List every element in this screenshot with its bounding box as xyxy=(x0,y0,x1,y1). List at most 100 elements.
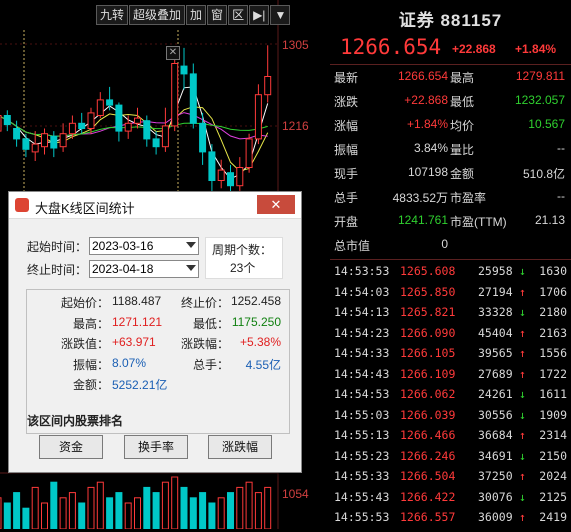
quote-row: 总市值 0 xyxy=(330,234,571,256)
volume-bar xyxy=(78,502,86,530)
tick-price: 1265.821 xyxy=(400,305,456,319)
window-button[interactable]: 窗 xyxy=(207,5,228,25)
tick-row[interactable]: 14:54:43 1266.109 27689 ↑ 1722 xyxy=(330,364,571,384)
volume-bar xyxy=(236,486,244,530)
tick-row[interactable]: 14:55:23 1266.246 34691 ↓ 2150 xyxy=(330,446,571,466)
candle-body xyxy=(171,63,179,127)
quote-value: 1232.057 xyxy=(514,93,565,107)
tick-price: 1266.246 xyxy=(400,448,456,463)
tick-count: 1706 xyxy=(539,284,567,299)
volume-bar xyxy=(106,497,114,530)
dropdown-arrow-icon[interactable]: ▼ xyxy=(270,5,291,25)
arrow-down-icon: ↓ xyxy=(519,407,526,422)
arrow-up-icon: ↑ xyxy=(519,510,526,524)
change-rank-button[interactable]: 涨跌幅 xyxy=(208,435,272,459)
quote-label: 总手 xyxy=(334,191,359,205)
quote-label: 涨跌 xyxy=(334,95,359,109)
quote-value: +1.84% xyxy=(406,117,448,131)
chevron-down-icon xyxy=(186,265,196,271)
candle-body xyxy=(134,117,141,124)
stat-label: 金额： xyxy=(72,378,109,392)
tick-row[interactable]: 14:55:53 1266.557 36009 ↑ 2419 xyxy=(330,507,571,527)
start-time-value: 2023-03-16 xyxy=(92,239,154,253)
tick-row[interactable]: 14:55:33 1266.504 37250 ↑ 2024 xyxy=(330,466,571,486)
quote-value: 1266.654 xyxy=(397,69,448,83)
candle-body xyxy=(3,115,11,126)
tick-time: 14:55:53 xyxy=(334,510,390,524)
quote-label: 涨幅 xyxy=(334,119,359,133)
tick-price: 1266.466 xyxy=(400,428,456,442)
divider xyxy=(330,64,571,65)
candle-body xyxy=(124,122,132,132)
tick-time: 14:55:13 xyxy=(334,428,390,442)
volume-bar xyxy=(13,492,21,530)
tick-row[interactable]: 14:53:53 1265.608 25958 ↓ 1630 xyxy=(330,261,571,281)
candle-body xyxy=(96,99,104,117)
stat-value: 1188.487 xyxy=(112,294,162,308)
tick-price: 1266.039 xyxy=(400,407,456,422)
tick-count: 2150 xyxy=(539,448,567,463)
candle-body xyxy=(189,73,197,124)
volume-bar xyxy=(245,481,253,530)
candle-body xyxy=(87,112,95,130)
candle-body xyxy=(254,94,262,140)
tick-row[interactable]: 14:54:03 1265.850 27194 ↑ 1706 xyxy=(330,282,571,302)
add-button[interactable]: 加 xyxy=(186,5,207,25)
play-end-icon[interactable]: ▶| xyxy=(249,5,270,25)
arrow-down-icon: ↓ xyxy=(519,387,526,401)
quote-label: 金额 xyxy=(450,167,475,181)
period-count-value: 23个 xyxy=(230,261,256,275)
tick-row[interactable]: 14:54:53 1266.062 24261 ↓ 1611 xyxy=(330,384,571,404)
super-overlay-button[interactable]: 超级叠加 xyxy=(129,5,186,25)
start-time-select[interactable]: 2023-03-16 xyxy=(89,237,199,255)
stat-label: 振幅： xyxy=(72,357,109,372)
interval-button[interactable]: 区 xyxy=(228,5,249,25)
tick-volume: 36684 xyxy=(478,428,513,442)
volume-bar xyxy=(143,486,151,530)
quote-value: 21.13 xyxy=(534,213,565,227)
arrow-up-icon: ↑ xyxy=(519,346,526,360)
stat-value: +5.38% xyxy=(239,335,281,349)
stat-label: 总手： xyxy=(192,357,229,372)
quote-label: 最高 xyxy=(450,71,475,85)
dialog-title: 大盘K线区间统计 xyxy=(35,201,135,216)
tick-row[interactable]: 14:54:33 1266.105 39565 ↑ 1556 xyxy=(330,343,571,363)
tick-time: 14:54:23 xyxy=(334,325,390,340)
quote-row: 最新 1266.654 最高 1279.811 xyxy=(330,66,571,88)
volume-bar xyxy=(217,497,225,530)
end-time-select[interactable]: 2023-04-18 xyxy=(89,260,199,278)
close-button[interactable]: ✕ xyxy=(257,195,295,214)
turnover-rank-button[interactable]: 换手率 xyxy=(124,435,188,459)
change-percent: +1.84% xyxy=(515,42,557,56)
stat-label: 起始价： xyxy=(60,296,109,310)
tick-volume: 27689 xyxy=(478,366,513,381)
tick-row[interactable]: 14:54:23 1266.090 45404 ↑ 2163 xyxy=(330,323,571,343)
volume-bar xyxy=(134,497,141,530)
quote-value: 510.8亿 xyxy=(522,167,565,181)
tick-count: 2180 xyxy=(539,305,567,319)
chevron-down-icon xyxy=(186,242,196,248)
close-icon[interactable]: ✕ xyxy=(166,46,180,60)
tick-row[interactable]: 14:55:13 1266.466 36684 ↑ 2314 xyxy=(330,425,571,445)
tick-time: 14:54:43 xyxy=(334,366,390,381)
quote-row: 振幅 3.84% 量比 -- xyxy=(330,138,571,160)
tick-row[interactable]: 14:54:13 1265.821 33328 ↓ 2180 xyxy=(330,302,571,322)
volume-bar xyxy=(31,486,39,530)
tick-volume: 39565 xyxy=(478,346,513,360)
tick-row[interactable]: 14:55:43 1266.422 30076 ↓ 2125 xyxy=(330,487,571,507)
tick-row[interactable]: 14:55:03 1266.039 30556 ↓ 1909 xyxy=(330,405,571,425)
stat-value: 1271.121 xyxy=(112,314,163,329)
capital-rank-button[interactable]: 资金 xyxy=(39,435,103,459)
volume-bar xyxy=(208,502,216,530)
stat-value: 5252.21亿 xyxy=(112,378,168,392)
quote-row: 总手 4833.52万 市盈率 -- xyxy=(330,186,571,208)
tick-count: 1909 xyxy=(539,407,567,422)
volume-bar xyxy=(41,502,48,530)
dialog-titlebar[interactable]: 大盘K线区间统计 ✕ xyxy=(9,192,301,219)
tick-time: 14:55:43 xyxy=(334,489,390,504)
nine-turn-button[interactable]: 九转 xyxy=(96,5,129,25)
volume-bar xyxy=(68,492,76,530)
interval-stats-dialog: 大盘K线区间统计 ✕ 起始时间： 2023-03-16 终止时间： 2023-0… xyxy=(8,191,302,473)
arrow-down-icon: ↓ xyxy=(519,448,526,463)
volume-bar xyxy=(87,486,95,530)
